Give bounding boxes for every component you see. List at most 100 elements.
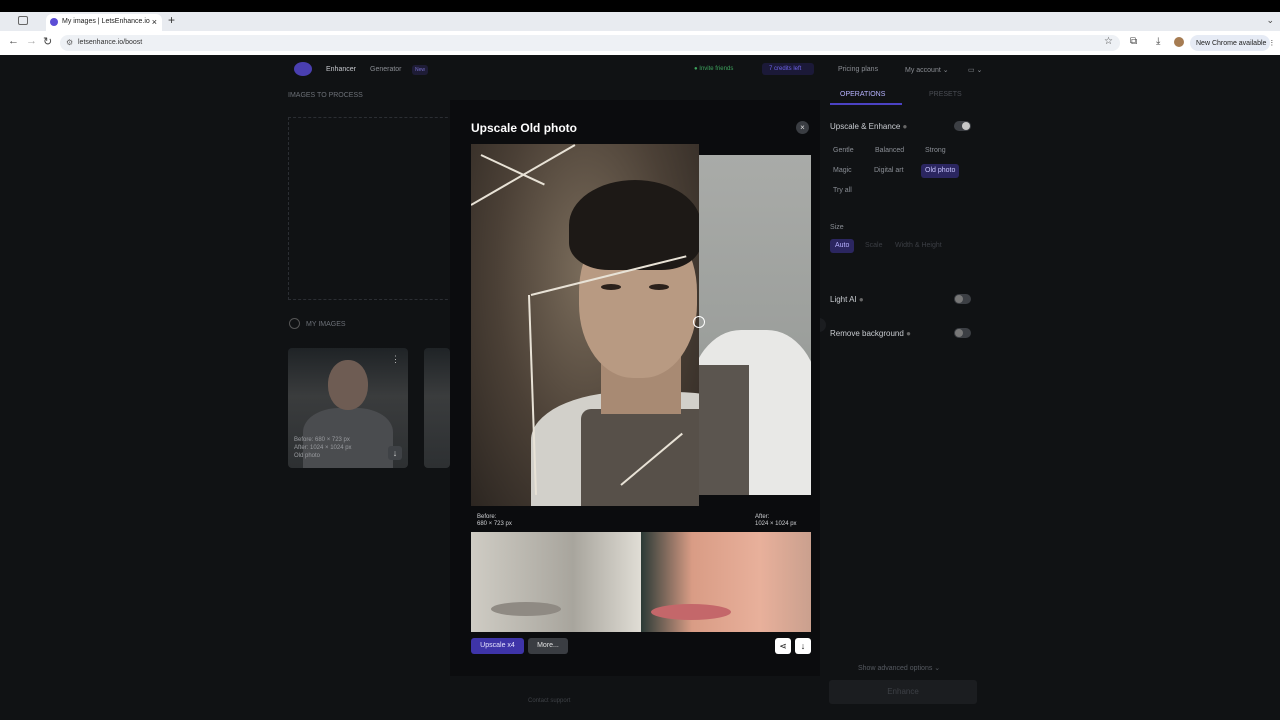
before-image	[471, 144, 699, 506]
upscale-enhance-toggle[interactable]	[954, 121, 971, 131]
account-menu[interactable]: My account ⌄	[905, 66, 949, 74]
image-thumbnail[interactable]: ⋮ Before: 680 × 723 px After: 1024 × 102…	[288, 348, 408, 468]
before-eye-right	[649, 284, 669, 290]
light-ai-label: Light AI ●	[830, 295, 864, 304]
url-text: letsenhance.io/boost	[78, 39, 143, 46]
size-auto[interactable]: Auto	[830, 239, 855, 253]
zoom-after-image	[641, 532, 811, 632]
tab-title: My images | LetsEnhance.io	[62, 18, 150, 25]
tab-bar: My images | LetsEnhance.io × + ⌄	[0, 12, 1280, 31]
address-bar-row: ← → ↻ ⚙ letsenhance.io/boost ☆ ⧉ ⤓ New C…	[0, 31, 1280, 55]
close-icon[interactable]: ×	[796, 121, 809, 134]
upload-dropzone[interactable]	[288, 117, 458, 300]
invite-label: Invite friends	[699, 66, 734, 72]
images-to-process-label: IMAGES TO PROCESS	[288, 92, 363, 99]
style-try-all[interactable]: Try all	[829, 184, 856, 198]
tab-presets[interactable]: PRESETS	[929, 91, 962, 98]
thumb-menu-icon[interactable]: ⋮	[391, 354, 400, 365]
style-balanced[interactable]: Balanced	[871, 144, 908, 158]
account-label: My account	[905, 67, 941, 74]
my-images-label: MY IMAGES	[306, 321, 346, 328]
share-icon[interactable]: ⋖	[775, 638, 791, 654]
thumb-preset: Old photo	[294, 453, 321, 459]
before-meta: Before: 680 × 723 px	[477, 514, 512, 528]
style-digital-art[interactable]: Digital art	[870, 164, 908, 178]
upscale-enhance-label: Upscale & Enhance ●	[830, 122, 907, 131]
before-vest	[581, 409, 699, 506]
site-info-icon[interactable]: ⚙	[66, 38, 73, 47]
select-all-radio[interactable]	[289, 318, 300, 329]
upscale-enhance-text: Upscale & Enhance	[830, 122, 901, 131]
size-scale[interactable]: Scale	[860, 239, 888, 253]
size-label: Size	[830, 224, 844, 231]
profile-avatar[interactable]	[1174, 37, 1184, 47]
info-icon[interactable]: ●	[903, 122, 908, 131]
style-magic[interactable]: Magic	[829, 164, 856, 178]
modal-title: Upscale Old photo	[471, 121, 578, 135]
active-tab-indicator	[830, 103, 902, 105]
show-advanced-options[interactable]: Show advanced options ⌄	[858, 664, 940, 672]
style-strong[interactable]: Strong	[921, 144, 950, 158]
light-ai-toggle[interactable]	[954, 294, 971, 304]
new-badge: New	[412, 65, 429, 75]
after-label: After:	[755, 514, 770, 520]
after-vest	[699, 365, 749, 495]
remove-bg-label: Remove background ●	[830, 329, 911, 338]
forward-icon[interactable]: →	[26, 35, 37, 47]
remove-bg-toggle[interactable]	[954, 328, 971, 338]
chrome-update-label: New Chrome available	[1196, 40, 1267, 47]
light-ai-text: Light AI	[830, 295, 857, 304]
style-old-photo[interactable]: Old photo	[921, 164, 960, 178]
nav-generator[interactable]: Generator	[370, 66, 402, 73]
chrome-update-button[interactable]: New Chrome available ⋮	[1190, 35, 1275, 51]
after-size: 1024 × 1024 px	[755, 521, 797, 527]
info-icon[interactable]: ●	[859, 295, 864, 304]
bookmark-star-icon[interactable]: ☆	[1104, 36, 1113, 47]
invite-friends-link[interactable]: ● Invite friends	[694, 66, 733, 72]
thumb-download-icon[interactable]: ↓	[388, 446, 402, 460]
zoom-before-lips	[491, 602, 561, 616]
close-tab-icon[interactable]: ×	[152, 17, 157, 27]
downloads-icon[interactable]: ⤓	[1156, 36, 1160, 47]
nav-enhancer[interactable]: Enhancer	[326, 66, 356, 73]
thumb-face	[328, 360, 368, 410]
info-icon[interactable]: ●	[906, 329, 911, 338]
remove-bg-text: Remove background	[830, 329, 904, 338]
zoom-after-lips	[651, 604, 731, 620]
mouse-cursor	[693, 316, 705, 328]
back-icon[interactable]: ←	[8, 35, 19, 47]
tab-switcher-icon[interactable]	[18, 16, 28, 25]
extensions-icon[interactable]: ⧉	[1130, 36, 1137, 47]
reload-icon[interactable]: ↻	[43, 35, 52, 48]
download-icon[interactable]: ↓	[795, 638, 811, 654]
url-field[interactable]: ⚙ letsenhance.io/boost	[60, 35, 1120, 51]
tab-list-icon[interactable]: ⌄	[1266, 15, 1274, 26]
contact-support-link[interactable]: Contact support	[528, 698, 570, 704]
style-gentle[interactable]: Gentle	[829, 144, 858, 158]
after-meta: After: 1024 × 1024 px	[755, 514, 797, 528]
before-label: Before:	[477, 514, 497, 520]
thumb-before: Before: 680 × 723 px	[294, 437, 350, 443]
pricing-link[interactable]: Pricing plans	[838, 66, 878, 73]
language-flag-icon[interactable]: ▭ ⌄	[968, 66, 982, 74]
show-advanced-text: Show advanced options	[858, 665, 933, 672]
preview-modal: Upscale Old photo × Before: 680 × 723 px…	[450, 100, 820, 676]
after-image	[699, 155, 811, 495]
new-tab-icon[interactable]: +	[168, 13, 175, 27]
before-eye-left	[601, 284, 621, 290]
credits-badge[interactable]: 7 credits left	[762, 63, 814, 75]
size-width-height[interactable]: Width & Height	[890, 239, 947, 253]
more-button[interactable]: More...	[528, 638, 568, 654]
enhance-button[interactable]: Enhance	[829, 680, 977, 704]
browser-tab[interactable]: My images | LetsEnhance.io ×	[46, 14, 162, 31]
thumb-after: After: 1024 × 1024 px	[294, 445, 352, 451]
browser-chrome: My images | LetsEnhance.io × + ⌄ ← → ↻ ⚙…	[0, 12, 1280, 55]
upscale-x4-button[interactable]: Upscale x4	[471, 638, 524, 654]
letsenhance-logo[interactable]	[294, 62, 312, 76]
before-size: 680 × 723 px	[477, 521, 512, 527]
image-thumbnail-2[interactable]	[424, 348, 450, 468]
zoom-before-image	[471, 532, 641, 632]
tab-operations[interactable]: OPERATIONS	[840, 91, 885, 98]
favicon-icon	[50, 18, 58, 26]
thumb-meta: Before: 680 × 723 px After: 1024 × 1024 …	[294, 436, 352, 460]
